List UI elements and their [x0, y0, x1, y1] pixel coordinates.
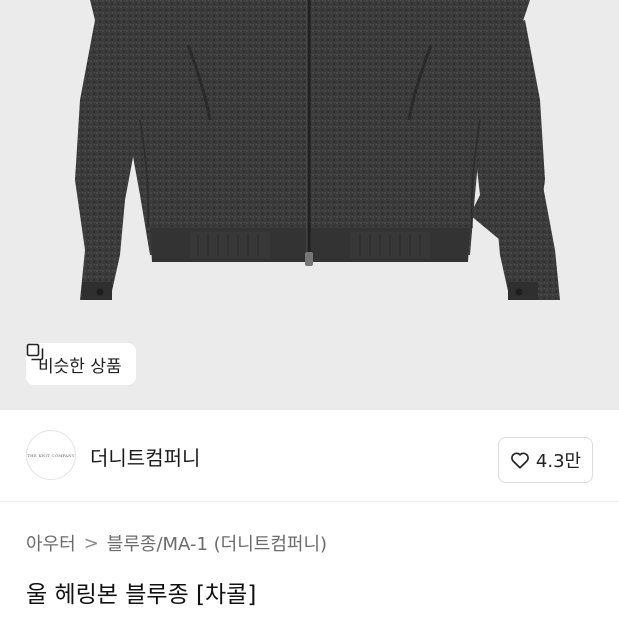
- similar-products-button[interactable]: 비슷한 상품: [26, 343, 136, 385]
- similar-products-label: 비슷한 상품: [38, 356, 122, 377]
- heart-icon: [511, 452, 529, 469]
- brand-name[interactable]: 더니트컴퍼니: [90, 442, 200, 471]
- breadcrumb-subcategory[interactable]: 블루종/MA-1 (더니트컴퍼니): [107, 530, 327, 556]
- brand-logo-text: THE KNIT COMPANY: [27, 452, 75, 458]
- breadcrumb-category[interactable]: 아우터: [26, 530, 76, 556]
- chevron-right-icon: >: [83, 532, 99, 554]
- breadcrumb: 아우터 > 블루종/MA-1 (더니트컴퍼니): [26, 530, 327, 556]
- like-button[interactable]: 4.3만: [498, 437, 593, 483]
- product-image[interactable]: 비슷한 상품: [0, 0, 619, 410]
- brand-logo[interactable]: THE KNIT COMPANY: [26, 430, 76, 480]
- brand-row: THE KNIT COMPANY 더니트컴퍼니 4.3만: [0, 410, 619, 502]
- product-title: 울 헤링본 블루종 [차콜]: [26, 582, 257, 608]
- like-count: 4.3만: [535, 451, 582, 472]
- copy-icon: [26, 343, 44, 361]
